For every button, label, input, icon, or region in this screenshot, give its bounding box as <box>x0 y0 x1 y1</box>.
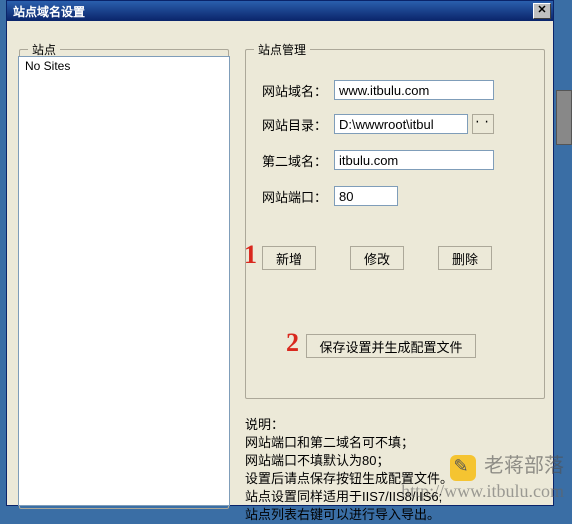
port-label: 网站端口： <box>262 187 334 206</box>
info-line: 站点设置同样适用于IIS7/IIS8/IIS6; <box>245 488 555 506</box>
edit-button[interactable]: 修改 <box>350 246 404 270</box>
management-group: 站点管理 网站域名： 网站目录： ·· 第二域名： 网站端口： 新增 修改 <box>245 49 545 399</box>
window-title: 站点域名设置 <box>13 3 85 20</box>
background-shadow <box>556 90 572 145</box>
management-group-legend: 站点管理 <box>254 41 310 58</box>
dir-label: 网站目录： <box>262 115 334 134</box>
sites-group: 站点 No Sites <box>19 49 229 509</box>
annotation-2: 2 <box>286 328 299 358</box>
alt-domain-label: 第二域名： <box>262 151 334 170</box>
client-area: 站点 No Sites 站点管理 网站域名： 网站目录： ·· 第二域名： <box>7 21 553 505</box>
domain-label: 网站域名： <box>262 81 334 100</box>
alt-domain-input[interactable] <box>334 150 494 170</box>
info-line: 网站端口不填默认为80； <box>245 452 555 470</box>
info-line: 站点列表右键可以进行导入导出。 <box>245 506 555 524</box>
port-input[interactable] <box>334 186 398 206</box>
info-text: 说明： 网站端口和第二域名可不填； 网站端口不填默认为80； 设置后请点保存按钮… <box>245 416 555 524</box>
save-button[interactable]: 保存设置并生成配置文件 <box>306 334 476 358</box>
list-item[interactable]: No Sites <box>19 57 229 75</box>
annotation-1: 1 <box>244 240 257 270</box>
dir-input[interactable] <box>334 114 468 134</box>
titlebar[interactable]: 站点域名设置 ✕ <box>7 1 553 21</box>
sites-listbox[interactable]: No Sites <box>18 56 230 506</box>
browse-button[interactable]: ·· <box>472 114 494 134</box>
info-line: 设置后请点保存按钮生成配置文件。 <box>245 470 555 488</box>
delete-button[interactable]: 删除 <box>438 246 492 270</box>
info-heading: 说明： <box>245 416 555 434</box>
close-icon[interactable]: ✕ <box>533 3 551 19</box>
dialog-window: 站点域名设置 ✕ 站点 No Sites 站点管理 网站域名： 网站目录： ·· <box>6 0 554 506</box>
add-button[interactable]: 新增 <box>262 246 316 270</box>
info-line: 网站端口和第二域名可不填； <box>245 434 555 452</box>
domain-input[interactable] <box>334 80 494 100</box>
